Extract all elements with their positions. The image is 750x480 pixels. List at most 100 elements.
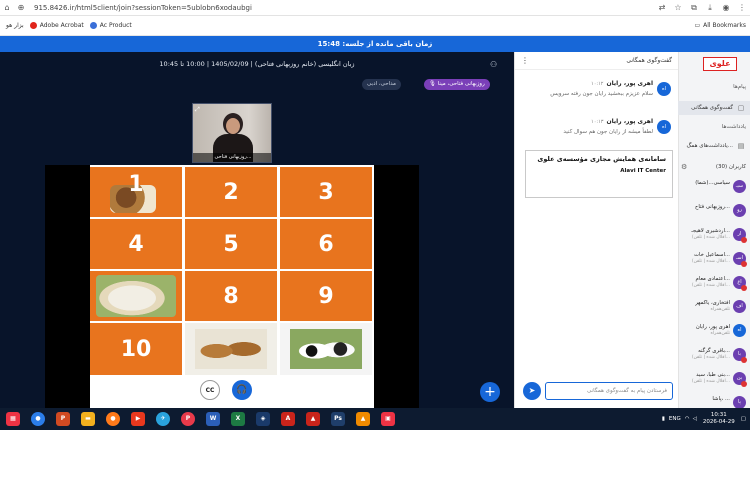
menu-icon[interactable]: ⋮ — [734, 3, 750, 12]
chat-header: ⋮ گفت‌وگوی همگانی — [515, 52, 678, 70]
pdf-icon[interactable]: A — [281, 412, 295, 426]
user-name: باقری گرگنه... — [698, 348, 730, 354]
user-name: اسماعیل خات... — [694, 252, 730, 258]
user-name: روزبهانی فتاح... — [694, 204, 730, 210]
chat-message-input[interactable]: فرستادن پیام به گفت‌وگوی همگانی — [545, 382, 673, 400]
board-tile[interactable]: 3 — [280, 167, 372, 217]
gear-icon[interactable]: ⚙ — [681, 163, 687, 171]
user-name: سیاسی...(شما) — [695, 180, 730, 186]
message-time: ۱۰:۱۲ — [591, 81, 604, 87]
expand-icon[interactable]: ⤢ — [195, 106, 203, 114]
site-info-icon[interactable]: ⊕ — [14, 3, 28, 12]
talking-chip[interactable]: مداحی، ادبی — [362, 79, 401, 90]
chat-icon: ▢ — [737, 104, 745, 112]
closed-captions-button[interactable]: CC — [200, 380, 220, 400]
mic-icon: 🎙 — [429, 81, 438, 87]
board-tile-cows[interactable] — [280, 323, 372, 375]
extensions-icon[interactable]: ⧉ — [686, 3, 702, 13]
user-list-item[interactable]: اف افتخاری، یاکمهر تلفن‌همراه — [678, 298, 750, 316]
user-name: پاشا، ... — [712, 396, 730, 402]
avatar: اه — [657, 120, 671, 134]
headphones-button[interactable]: 🎧 — [232, 380, 252, 400]
user-list-item[interactable]: با باقری گرگنه... (اقلال شده | تلفن... — [678, 346, 750, 364]
start-icon[interactable]: ▦ — [6, 412, 20, 426]
user-list-item[interactable]: سیـ سیاسی...(شما) — [678, 178, 750, 196]
url-field[interactable]: 915.8426.ir/html5client/join?sessionToke… — [34, 4, 654, 12]
photoshop-icon[interactable]: Ps — [331, 412, 345, 426]
download-icon[interactable]: ⤓ — [702, 3, 718, 13]
user-name: افتخاری، یاکمهر — [695, 300, 730, 306]
board-tile[interactable]: 6 — [280, 219, 372, 269]
tile-number: 4 — [128, 231, 144, 257]
bookmark-product[interactable]: Ac Product — [89, 22, 132, 29]
muted-mic-icon — [741, 237, 747, 243]
board-tile[interactable]: 2 — [185, 167, 277, 217]
word-icon[interactable]: W — [206, 412, 220, 426]
wifi-icon[interactable]: ◠ — [685, 416, 690, 422]
user-list-item[interactable]: اه اهری پور، رایان تلفن‌همراه — [678, 322, 750, 340]
muted-mic-icon — [741, 381, 747, 387]
chrome-icon[interactable]: ● — [31, 412, 45, 426]
telegram-icon[interactable]: ✈ — [156, 412, 170, 426]
webcam-video[interactable]: ⤢ روزبهانی فتاحی... — [192, 103, 272, 163]
mic-tray-icon[interactable]: ▮ — [662, 416, 665, 422]
app-icon[interactable]: ◈ — [256, 412, 270, 426]
horses-image — [195, 329, 267, 369]
send-button[interactable]: ➤ — [523, 382, 541, 400]
tile-number: 6 — [318, 231, 334, 257]
media-controls: CC 🎧 — [200, 380, 264, 400]
board-tile[interactable]: 9 — [280, 271, 372, 321]
volume-icon[interactable]: ◁ — [693, 416, 697, 422]
home-icon[interactable]: ⌂ — [0, 3, 14, 12]
bookmark-acrobat[interactable]: Adobe Acrobat — [29, 22, 84, 29]
board-tile-cow[interactable]: 1 — [90, 167, 182, 217]
board-tile-horses[interactable] — [185, 323, 277, 375]
vlc-icon[interactable]: ▲ — [356, 412, 370, 426]
board-tile[interactable]: 5 — [185, 219, 277, 269]
user-list-item[interactable]: اسـ اسماعیل خات... (اقلال شده | تلفن... — [678, 250, 750, 268]
media-player-icon[interactable]: ▶ — [131, 412, 145, 426]
board-tile[interactable]: 8 — [185, 271, 277, 321]
all-bookmarks[interactable]: ▭ All Bookmarks — [694, 22, 746, 29]
public-chat-item[interactable]: گفت‌وگوی همگانی ▢ — [678, 101, 750, 115]
user-status: (اقلال شده | تلفن... — [691, 283, 730, 288]
session-time-banner: زمان باقی مانده از جلسه: 15:48 — [0, 36, 750, 52]
board-tile[interactable]: 4 — [90, 219, 182, 269]
acrobat-icon — [29, 22, 37, 29]
more-options-icon[interactable]: ⋮ — [521, 56, 529, 65]
bookmark-left[interactable]: بزار هو — [6, 22, 24, 29]
excel-icon[interactable]: X — [231, 412, 245, 426]
user-list-item[interactable]: بن بنی طبا، سید... (اقلال شده | تلفن... — [678, 370, 750, 388]
user-list-item[interactable]: ار اردشیری لاهیجـ... (اقلال شده | تلفن... — [678, 226, 750, 244]
avatar: سیـ — [733, 180, 746, 193]
meeting-title: زبان انگلیسی (خانم روزبهانی فتاحی) | 140… — [159, 60, 355, 68]
file-explorer-icon[interactable]: ▬ — [81, 412, 95, 426]
bookmarks-bar: بزار هو Adobe Acrobat Ac Product ▭ All Bo… — [0, 16, 750, 36]
pdf-reader-icon[interactable]: ▲ — [306, 412, 320, 426]
translate-icon[interactable]: ⇄ — [654, 3, 670, 12]
board-tile[interactable]: 10 — [90, 323, 182, 375]
board-tile-sheep[interactable] — [90, 271, 182, 321]
users-header: ⚙ کاربران (30) — [681, 163, 746, 171]
presenter-chip[interactable]: 🎙 روزبهانی فتاحی، مینا — [424, 79, 490, 90]
firefox-icon[interactable]: ● — [106, 412, 120, 426]
powerpoint-icon[interactable]: P — [56, 412, 70, 426]
globe-icon — [89, 22, 97, 29]
app-red-icon[interactable]: ▣ — [381, 412, 395, 426]
chat-title: گفت‌وگوی همگانی — [626, 57, 672, 64]
avatar: رو — [733, 204, 746, 217]
user-list-item[interactable]: اع اعتمادی معام... (اقلال شده | تلفن... — [678, 274, 750, 292]
star-icon[interactable]: ☆ — [670, 3, 686, 12]
shared-notes-item[interactable]: یادداشت‌های همگ... ▤ — [678, 139, 750, 153]
actions-plus-button[interactable]: + — [480, 382, 500, 402]
ime-indicator[interactable]: ENG — [669, 416, 681, 422]
app-p-icon[interactable]: P — [181, 412, 195, 426]
tile-number: 3 — [318, 179, 334, 205]
users-icon[interactable]: ⚇ — [490, 60, 497, 69]
message-text: لطفاً میشه از رایان جون هم سوال کنید — [563, 129, 653, 135]
profile-icon[interactable]: ◉ — [718, 3, 734, 12]
user-list-item[interactable]: رو روزبهانی فتاح... — [678, 202, 750, 220]
user-status: (اقلال شده | تلفن... — [691, 259, 730, 264]
clock[interactable]: 10:31 2026-04-29 — [703, 412, 735, 426]
notification-icon[interactable]: ▢ — [741, 416, 746, 422]
